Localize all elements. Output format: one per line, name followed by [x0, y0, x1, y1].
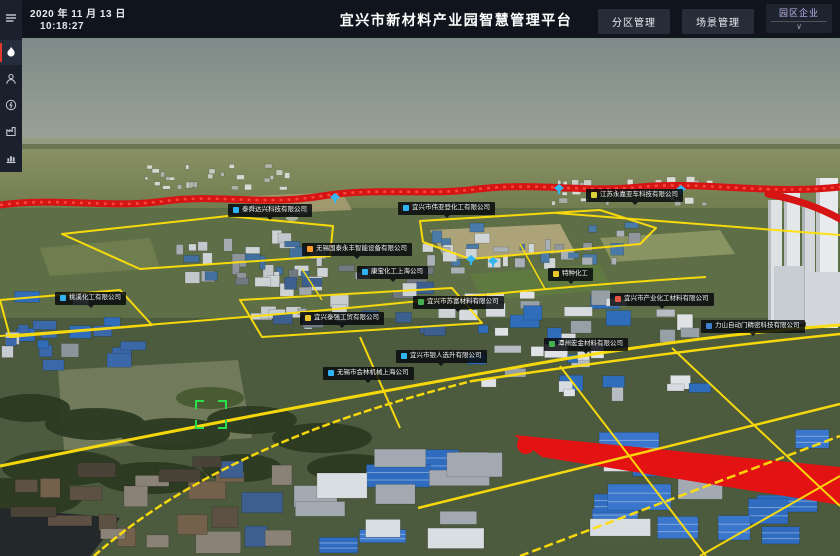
sidebar-item-enterprise[interactable]: [0, 119, 22, 143]
company-label-pill[interactable]: 力山自动门精密科技有限公司: [701, 320, 805, 333]
sidebar-item-personnel[interactable]: [0, 67, 22, 91]
company-marker-icon: [418, 299, 424, 305]
power-icon: [5, 99, 17, 111]
company-marker-icon: [591, 192, 597, 198]
company-label-pill[interactable]: 无锡市会林机械上海公司: [323, 367, 414, 380]
company-label-pill[interactable]: 宜兴市伟亚登化工有限公司: [398, 202, 495, 215]
current-date: 2020 年 11 月 13 日: [30, 5, 126, 20]
company-label-text: 无锡国泰永丰智能设备有限公司: [316, 246, 407, 253]
map-viewport[interactable]: 泰舜达兴科技有限公司 宜兴市伟亚登化工有限公司 江苏永嘉亚车科技有限公司无锡国泰永丰…: [0, 38, 840, 556]
menu-icon: [5, 12, 17, 24]
scene-manage-button[interactable]: 场景管理: [682, 9, 754, 34]
company-label-pill[interactable]: 无锡国泰永丰智能设备有限公司: [302, 243, 412, 256]
company-marker-icon: [549, 341, 555, 347]
zone-manage-button[interactable]: 分区管理: [598, 9, 670, 34]
company-label-text: 泰舜达兴科技有限公司: [242, 207, 307, 214]
company-marker-icon: [706, 323, 712, 329]
company-label-text: 桃溪化工有限公司: [69, 295, 121, 302]
top-bar: 2020 年 11 月 13 日 10:18:27 宜兴市新材料产业园智慧管理平…: [0, 0, 840, 38]
company-marker-icon: [403, 205, 409, 211]
factory-icon: [5, 125, 17, 137]
company-label-text: 宜兴市伟亚登化工有限公司: [412, 205, 490, 212]
company-marker-icon: [362, 269, 368, 275]
company-marker-icon: [305, 315, 311, 321]
company-label-text: 康宝化工上海公司: [371, 269, 423, 276]
sidebar: [0, 0, 22, 172]
company-label-text: 特种化工: [562, 271, 588, 278]
map-sky: [0, 38, 840, 146]
company-label-text: 宜兴市产业化工材料有限公司: [624, 296, 709, 303]
company-label-pill[interactable]: 江苏永嘉亚车科技有限公司: [586, 189, 683, 202]
company-marker-icon: [233, 207, 239, 213]
company-marker-icon: [307, 246, 313, 252]
company-label-pill[interactable]: 特种化工: [548, 268, 593, 281]
company-label-text: 力山自动门精密科技有限公司: [715, 323, 800, 330]
company-label-pill[interactable]: 宜兴市苏富材料有限公司: [413, 296, 504, 309]
company-label-pill[interactable]: 潭州宏金材料有限公司: [544, 338, 628, 351]
header-actions: 分区管理 场景管理 园区企业 ∨: [598, 4, 832, 34]
company-label-text: 宜兴市银人选升有限公司: [410, 353, 482, 360]
company-label-text: 江苏永嘉亚车科技有限公司: [600, 192, 678, 199]
park-enterprise-dropdown[interactable]: 园区企业 ∨: [766, 4, 832, 33]
smart-park-platform: 2020 年 11 月 13 日 10:18:27 宜兴市新材料产业园智慧管理平…: [0, 0, 840, 556]
company-label-pill[interactable]: 桃溪化工有限公司: [55, 292, 126, 305]
map-haze: [0, 134, 840, 144]
company-marker-icon: [60, 295, 66, 301]
sidebar-item-menu[interactable]: [0, 6, 22, 30]
company-marker-icon: [615, 296, 621, 302]
company-label-pill[interactable]: 康宝化工上海公司: [357, 266, 428, 279]
flame-icon: [5, 46, 17, 58]
company-marker-icon: [401, 353, 407, 359]
sidebar-item-statistics[interactable]: [0, 146, 22, 170]
company-label-text: 宜兴泰强工贸有限公司: [314, 315, 379, 322]
company-label-text: 潭州宏金材料有限公司: [558, 341, 623, 348]
company-marker-icon: [553, 271, 559, 277]
company-label-pill[interactable]: 宜兴泰强工贸有限公司: [300, 312, 384, 325]
chart-icon: [5, 152, 17, 164]
dropdown-selected-value: 园区企业: [770, 6, 828, 21]
company-label-pill[interactable]: 宜兴市银人选升有限公司: [396, 350, 487, 363]
company-label-pill[interactable]: 泰舜达兴科技有限公司: [228, 204, 312, 217]
sidebar-item-energy[interactable]: [0, 93, 22, 117]
chevron-down-icon: ∨: [770, 22, 828, 32]
company-label-pill[interactable]: 宜兴市产业化工材料有限公司: [610, 293, 714, 306]
sidebar-item-fire-monitor[interactable]: [0, 40, 22, 64]
person-icon: [5, 73, 17, 85]
company-label-text: 宜兴市苏富材料有限公司: [427, 299, 499, 306]
company-label-text: 无锡市会林机械上海公司: [337, 370, 409, 377]
company-marker-icon: [328, 370, 334, 376]
page-title: 宜兴市新材料产业园智慧管理平台: [340, 10, 573, 30]
current-time: 10:18:27: [40, 21, 84, 32]
